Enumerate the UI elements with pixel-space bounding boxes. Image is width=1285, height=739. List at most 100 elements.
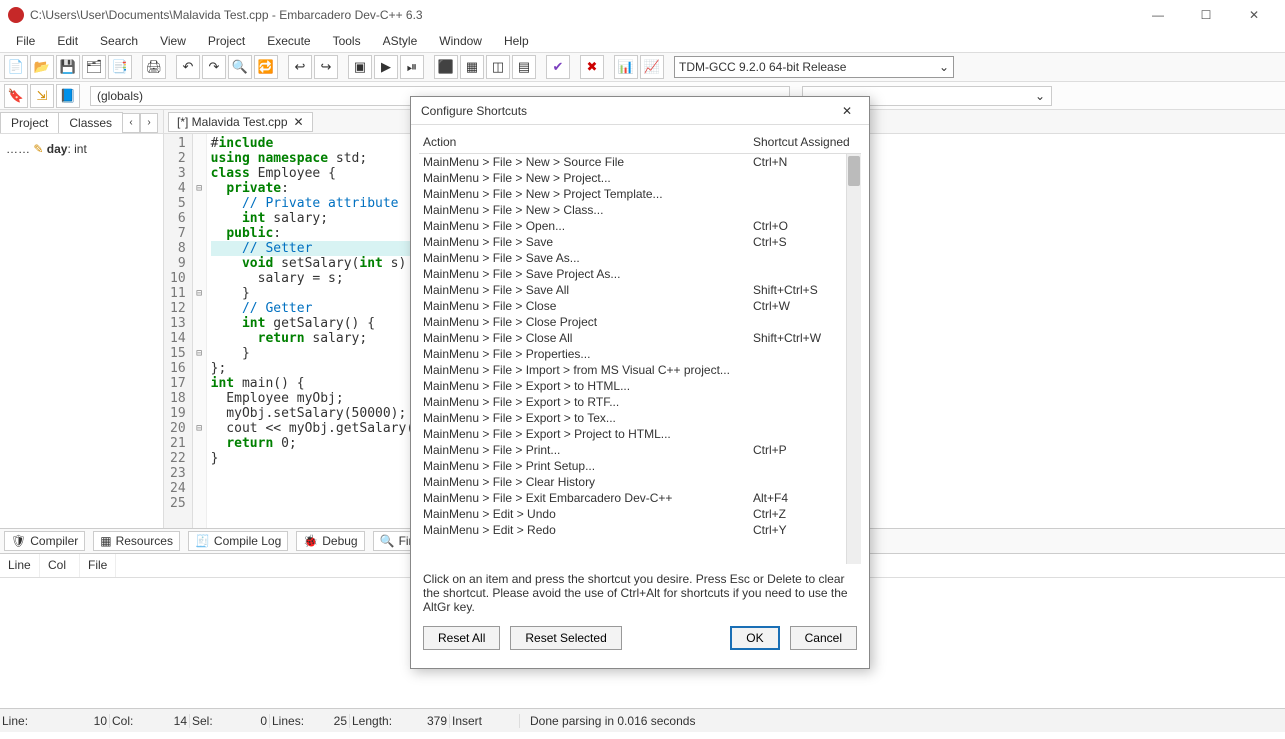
main-toolbar: 📄 📂 💾 🗂 📑 🖨 ↶ ↷ 🔍 🔁 ↩ ↪ ▣ ▶ ⏯ ⬛ ▦ ◫ ▤ ✔ … — [0, 52, 1285, 82]
chevron-down-icon: ⌄ — [1035, 89, 1045, 103]
shortcut-row[interactable]: MainMenu > File > New > Source FileCtrl+… — [419, 154, 861, 170]
compiler-col-file[interactable]: File — [80, 554, 116, 577]
tab-next-button[interactable]: › — [140, 113, 158, 133]
menubar: FileEditSearchViewProjectExecuteToolsASt… — [0, 30, 1285, 52]
ok-button[interactable]: OK — [730, 626, 779, 650]
replace-button[interactable]: 🔁 — [254, 55, 278, 79]
close-button[interactable]: ✕ — [1239, 8, 1269, 22]
compiler-select[interactable]: TDM-GCC 9.2.0 64-bit Release ⌄ — [674, 56, 954, 78]
shortcut-row[interactable]: MainMenu > File > Close Project — [419, 314, 861, 330]
menu-view[interactable]: View — [150, 32, 196, 50]
menu-window[interactable]: Window — [429, 32, 492, 50]
new-file-button[interactable]: 📄 — [4, 55, 28, 79]
tab-project[interactable]: Project — [0, 112, 59, 133]
output-tab-compiler[interactable]: 🛡Compiler — [4, 531, 85, 551]
compile-button[interactable]: ▣ — [348, 55, 372, 79]
shortcut-row[interactable]: MainMenu > File > Export > Project to HT… — [419, 426, 861, 442]
undo-button[interactable]: ↶ — [176, 55, 200, 79]
shortcut-list[interactable]: MainMenu > File > New > Source FileCtrl+… — [419, 154, 861, 564]
print-button[interactable]: 🖨 — [142, 55, 166, 79]
shortcut-row[interactable]: MainMenu > File > Export > to HTML... — [419, 378, 861, 394]
minimize-button[interactable]: — — [1143, 8, 1173, 22]
shortcut-row[interactable]: MainMenu > Edit > RedoCtrl+Y — [419, 522, 861, 538]
grid3-icon[interactable]: ▤ — [512, 55, 536, 79]
maximize-button[interactable]: ☐ — [1191, 8, 1221, 22]
grid2-icon[interactable]: ◫ — [486, 55, 510, 79]
shortcut-row[interactable]: MainMenu > File > Print Setup... — [419, 458, 861, 474]
menu-project[interactable]: Project — [198, 32, 255, 50]
compiler-col-col[interactable]: Col — [40, 554, 80, 577]
tab-prev-button[interactable]: ‹ — [122, 113, 140, 133]
shortcut-row[interactable]: MainMenu > Edit > UndoCtrl+Z — [419, 506, 861, 522]
shortcut-row[interactable]: MainMenu > File > SaveCtrl+S — [419, 234, 861, 250]
tab-classes[interactable]: Classes — [58, 112, 123, 133]
bookmark-icon[interactable]: 🔖 — [4, 84, 28, 108]
menu-file[interactable]: File — [6, 32, 45, 50]
menu-tools[interactable]: Tools — [323, 32, 371, 50]
compiler-col-line[interactable]: Line — [0, 554, 40, 577]
save-button[interactable]: 💾 — [56, 55, 80, 79]
shortcut-row[interactable]: MainMenu > File > New > Project... — [419, 170, 861, 186]
column-shortcut[interactable]: Shortcut Assigned — [753, 135, 857, 149]
open-button[interactable]: 📂 — [30, 55, 54, 79]
run-button[interactable]: ▶ — [374, 55, 398, 79]
shortcut-row[interactable]: MainMenu > File > Export > to Tex... — [419, 410, 861, 426]
shortcut-row[interactable]: MainMenu > File > Print...Ctrl+P — [419, 442, 861, 458]
shortcut-row[interactable]: MainMenu > File > Save Project As... — [419, 266, 861, 282]
scope-value: (globals) — [97, 89, 143, 103]
save-project-button[interactable]: 📑 — [108, 55, 132, 79]
book-icon[interactable]: 📘 — [56, 84, 80, 108]
column-action[interactable]: Action — [423, 135, 753, 149]
shortcut-row[interactable]: MainMenu > File > Close AllShift+Ctrl+W — [419, 330, 861, 346]
shortcut-row[interactable]: MainMenu > File > Import > from MS Visua… — [419, 362, 861, 378]
compiler-select-value: TDM-GCC 9.2.0 64-bit Release — [679, 60, 846, 74]
save-all-button[interactable]: 🗂 — [82, 55, 106, 79]
shortcut-row[interactable]: MainMenu > File > Exit Embarcadero Dev-C… — [419, 490, 861, 506]
output-tab-compile-log[interactable]: 🧾Compile Log — [188, 531, 288, 551]
class-tree[interactable]: …… ✎ day: int — [0, 134, 163, 164]
shortcut-row[interactable]: MainMenu > File > New > Project Template… — [419, 186, 861, 202]
shortcut-row[interactable]: MainMenu > File > Clear History — [419, 474, 861, 490]
editor-tab-label: [*] Malavida Test.cpp — [177, 115, 288, 129]
shortcut-row[interactable]: MainMenu > File > Export > to RTF... — [419, 394, 861, 410]
grid1-icon[interactable]: ▦ — [460, 55, 484, 79]
menu-astyle[interactable]: AStyle — [373, 32, 428, 50]
reset-all-button[interactable]: Reset All — [423, 626, 500, 650]
goto-icon[interactable]: ⇲ — [30, 84, 54, 108]
back-button[interactable]: ↩ — [288, 55, 312, 79]
configure-shortcuts-dialog: Configure Shortcuts ✕ Action Shortcut As… — [410, 96, 870, 669]
app-icon — [8, 7, 24, 23]
redo-button[interactable]: ↷ — [202, 55, 226, 79]
close-tab-icon[interactable]: ✕ — [294, 115, 304, 129]
shortcut-row[interactable]: MainMenu > File > Save AllShift+Ctrl+S — [419, 282, 861, 298]
check-button[interactable]: ✔ — [546, 55, 570, 79]
editor-tab[interactable]: [*] Malavida Test.cpp ✕ — [168, 112, 313, 132]
output-tab-debug[interactable]: 🐞Debug — [296, 531, 364, 551]
cancel-button[interactable]: Cancel — [790, 626, 857, 650]
rebuild-button[interactable]: ⬛ — [434, 55, 458, 79]
forward-button[interactable]: ↪ — [314, 55, 338, 79]
compile-run-button[interactable]: ⏯ — [400, 55, 424, 79]
chevron-down-icon: ⌄ — [939, 60, 949, 74]
menu-execute[interactable]: Execute — [257, 32, 320, 50]
dialog-title: Configure Shortcuts — [421, 104, 527, 118]
find-button[interactable]: 🔍 — [228, 55, 252, 79]
output-tab-resources[interactable]: ▦Resources — [93, 531, 180, 551]
side-panel: Project Classes ‹ › …… ✎ day: int — [0, 110, 164, 528]
shortcut-row[interactable]: MainMenu > File > Open...Ctrl+O — [419, 218, 861, 234]
reset-selected-button[interactable]: Reset Selected — [510, 626, 621, 650]
stop-button[interactable]: ✖ — [580, 55, 604, 79]
window-titlebar: C:\Users\User\Documents\Malavida Test.cp… — [0, 0, 1285, 30]
chart-icon[interactable]: 📈 — [640, 55, 664, 79]
shortcut-row[interactable]: MainMenu > File > Properties... — [419, 346, 861, 362]
status-bar: Line:10 Col:14 Sel:0 Lines:25 Length:379… — [0, 708, 1285, 732]
menu-search[interactable]: Search — [90, 32, 148, 50]
dialog-close-button[interactable]: ✕ — [835, 104, 859, 118]
shortcut-row[interactable]: MainMenu > File > New > Class... — [419, 202, 861, 218]
shortcut-row[interactable]: MainMenu > File > CloseCtrl+W — [419, 298, 861, 314]
shortcut-row[interactable]: MainMenu > File > Save As... — [419, 250, 861, 266]
menu-help[interactable]: Help — [494, 32, 539, 50]
profile-button[interactable]: 📊 — [614, 55, 638, 79]
menu-edit[interactable]: Edit — [47, 32, 88, 50]
tree-item[interactable]: …… ✎ day: int — [4, 140, 159, 158]
